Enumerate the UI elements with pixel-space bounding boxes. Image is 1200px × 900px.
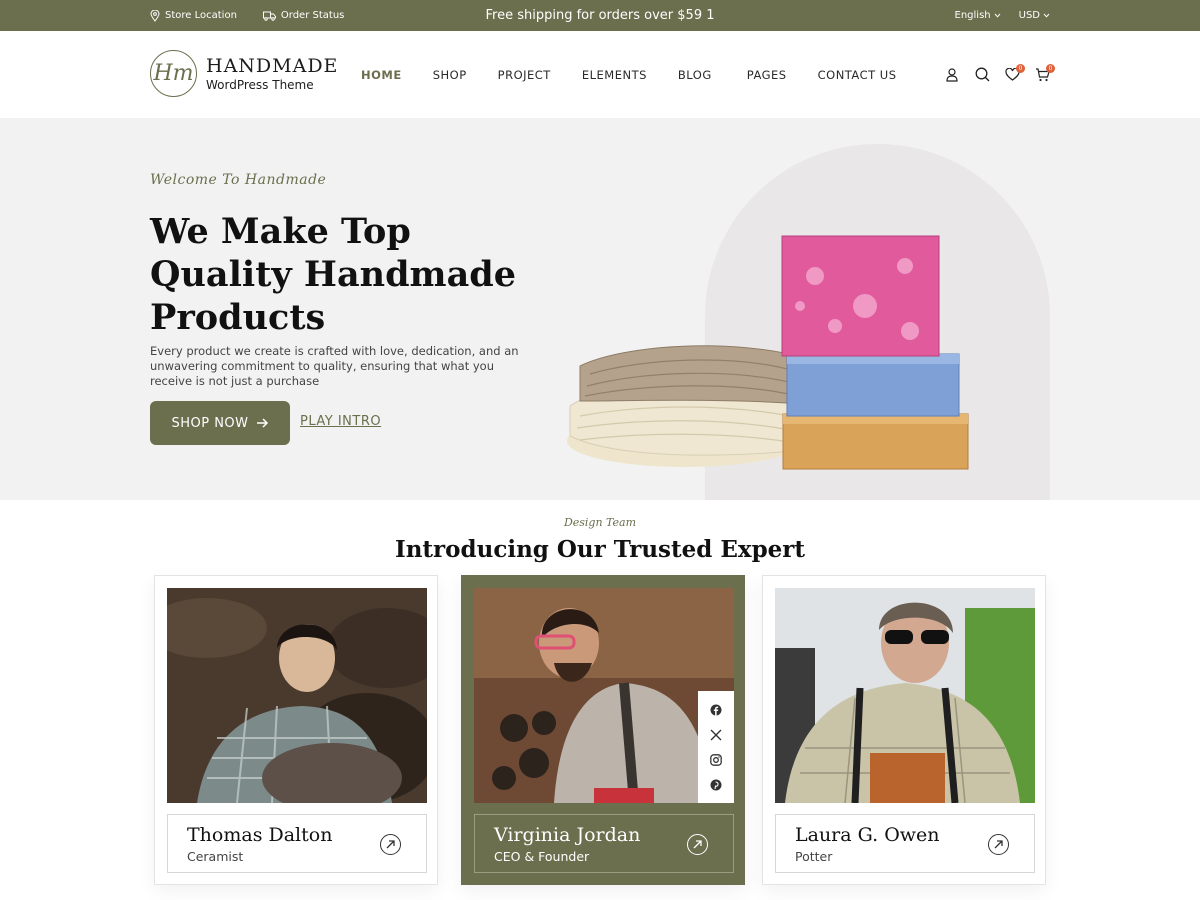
hero-title-line: Products bbox=[150, 297, 326, 338]
map-pin-icon bbox=[150, 9, 160, 22]
hero-section: Welcome To Handmade We Make Top Quality … bbox=[0, 118, 1200, 500]
play-intro-link[interactable]: PLAY INTRO bbox=[300, 414, 381, 429]
instagram-icon[interactable] bbox=[709, 753, 723, 767]
chevron-down-icon bbox=[1043, 13, 1050, 18]
search-icon bbox=[975, 67, 989, 82]
team-card: Laura G. Owen Potter bbox=[762, 575, 1046, 885]
team-member-photo bbox=[167, 588, 427, 803]
currency-selector[interactable]: USD bbox=[1019, 10, 1050, 21]
team-card: Thomas Dalton Ceramist bbox=[154, 575, 438, 885]
nav-elements[interactable]: ELEMENTS bbox=[582, 68, 647, 82]
team-card-featured: Virginia Jordan CEO & Founder bbox=[461, 575, 745, 885]
truck-icon bbox=[262, 11, 276, 21]
arrow-up-right-icon bbox=[386, 840, 395, 849]
cart-button[interactable]: 0 bbox=[1034, 63, 1055, 83]
team-member-info: Laura G. Owen Potter bbox=[775, 814, 1035, 873]
language-selector[interactable]: English bbox=[955, 10, 1001, 21]
arrow-up-right-icon bbox=[994, 840, 1003, 849]
team-member-name: Virginia Jordan bbox=[494, 824, 641, 846]
team-title: Introducing Our Trusted Expert bbox=[394, 536, 806, 563]
pinterest-icon[interactable] bbox=[709, 778, 723, 792]
cart-count-badge: 0 bbox=[1046, 63, 1055, 73]
team-member-info: Virginia Jordan CEO & Founder bbox=[474, 814, 734, 873]
language-value: English bbox=[954, 10, 991, 21]
team-member-role: Potter bbox=[795, 849, 833, 864]
logo-subtitle: WordPress Theme bbox=[206, 77, 314, 92]
team-member-photo bbox=[474, 588, 734, 803]
shop-now-label: SHOP NOW bbox=[171, 415, 249, 431]
team-member-role: CEO & Founder bbox=[494, 849, 590, 864]
wishlist-button[interactable]: 0 bbox=[1004, 63, 1025, 83]
store-location-label: Store Location bbox=[165, 10, 237, 21]
view-profile-button[interactable] bbox=[687, 834, 708, 855]
shop-now-button[interactable]: SHOP NOW bbox=[150, 401, 290, 445]
chevron-down-icon bbox=[994, 13, 1000, 18]
team-member-name: Laura G. Owen bbox=[795, 824, 940, 846]
hero-title-line: Quality Handmade bbox=[150, 254, 517, 295]
currency-value: USD bbox=[1018, 10, 1040, 21]
hero-product-image bbox=[567, 235, 969, 470]
order-status-link[interactable]: Order Status bbox=[262, 10, 345, 21]
arrow-up-right-icon bbox=[693, 840, 702, 849]
team-member-role: Ceramist bbox=[187, 849, 244, 864]
team-member-info: Thomas Dalton Ceramist bbox=[167, 814, 427, 873]
wishlist-count-badge: 0 bbox=[1016, 63, 1025, 73]
top-bar: Store Location Order Status Free shippin… bbox=[0, 0, 1200, 31]
hero-description: Every product we create is crafted with … bbox=[150, 344, 519, 388]
nav-pages[interactable]: PAGES bbox=[747, 68, 787, 82]
header-icons: 0 0 bbox=[944, 31, 1055, 118]
main-nav: HOME SHOP PROJECT ELEMENTS BLOG PAGES CO… bbox=[361, 31, 928, 118]
order-status-label: Order Status bbox=[280, 10, 345, 21]
nav-shop[interactable]: SHOP bbox=[433, 68, 467, 82]
team-kicker: Design Team bbox=[563, 516, 637, 529]
facebook-icon[interactable] bbox=[709, 703, 723, 717]
team-member-photo bbox=[775, 588, 1035, 803]
promo-text: Free shipping for orders over $59 1 bbox=[485, 8, 715, 23]
nav-contact[interactable]: CONTACT US bbox=[818, 68, 897, 82]
hero-title: We Make Top Quality Handmade Products bbox=[150, 210, 550, 339]
logo-name: HANDMADE bbox=[206, 54, 339, 77]
view-profile-button[interactable] bbox=[380, 834, 401, 855]
arrow-right-icon bbox=[256, 418, 268, 428]
site-header: Hm HANDMADE WordPress Theme HOME SHOP PR… bbox=[0, 31, 1200, 118]
nav-project[interactable]: PROJECT bbox=[498, 68, 551, 82]
search-button[interactable] bbox=[974, 67, 990, 83]
site-logo[interactable]: Hm HANDMADE WordPress Theme bbox=[150, 50, 338, 97]
team-member-name: Thomas Dalton bbox=[187, 824, 333, 846]
hero-welcome: Welcome To Handmade bbox=[150, 172, 327, 188]
view-profile-button[interactable] bbox=[988, 834, 1009, 855]
logo-mark: Hm bbox=[150, 50, 197, 97]
social-links bbox=[698, 691, 734, 803]
x-twitter-icon[interactable] bbox=[709, 728, 723, 742]
nav-home[interactable]: HOME bbox=[361, 68, 402, 82]
account-button[interactable] bbox=[944, 67, 960, 83]
user-icon bbox=[946, 67, 958, 82]
nav-blog[interactable]: BLOG bbox=[678, 68, 712, 82]
hero-title-line: We Make Top bbox=[150, 211, 411, 252]
store-location-link[interactable]: Store Location bbox=[150, 9, 237, 22]
